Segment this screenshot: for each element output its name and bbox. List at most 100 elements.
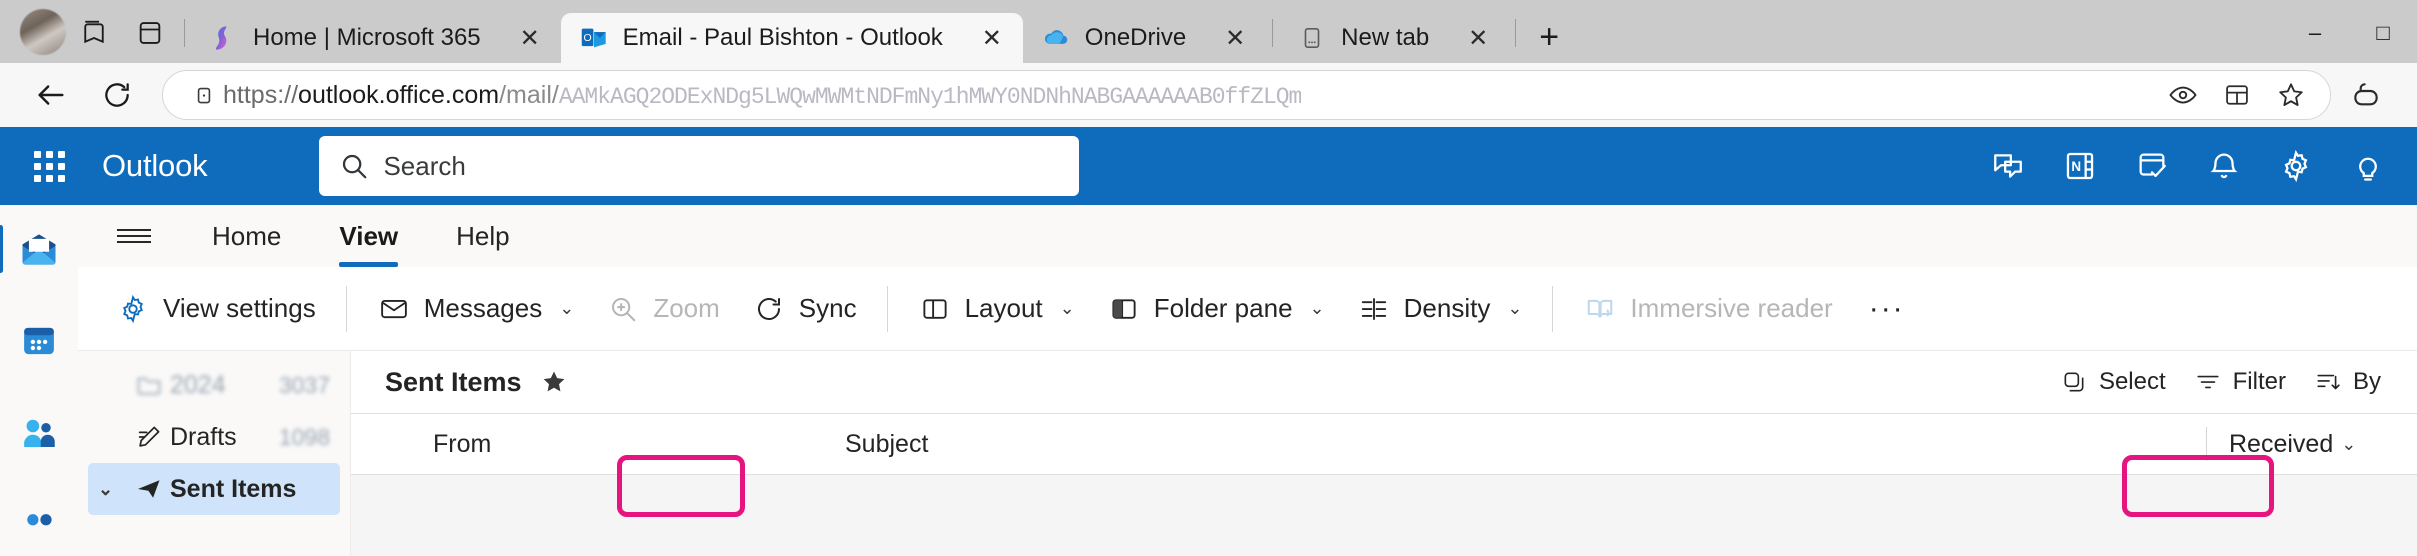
outlook-body: Home View Help View settings Messages ⌄ … (0, 205, 2417, 556)
ribbon-button-immersive-reader: Immersive reader (1567, 280, 1848, 338)
message-list-header: Sent Items Select Filter By (351, 351, 2417, 413)
folder-item-drafts[interactable]: Drafts 1098 (88, 411, 340, 463)
profile-avatar[interactable] (20, 9, 66, 55)
ribbon-button-label: Immersive reader (1630, 293, 1833, 323)
browser-tab-onedrive[interactable]: OneDrive ✕ (1023, 13, 1266, 63)
microsoft365-icon (209, 23, 239, 53)
tab-collections-icon[interactable] (66, 9, 122, 57)
message-list-rows[interactable] (351, 475, 2417, 556)
browser-tab-email-outlook[interactable]: O Email - Paul Bishton - Outlook ✕ (560, 13, 1023, 63)
ribbon-separator (886, 285, 888, 332)
sort-by-button[interactable]: By (2300, 358, 2395, 406)
drafts-icon (128, 423, 170, 451)
folder-label: 2024 (170, 370, 226, 399)
tab-view[interactable]: View (313, 205, 424, 267)
search-input[interactable]: Search (319, 136, 1080, 196)
select-icon (2060, 369, 2088, 395)
back-arrow-icon[interactable] (20, 69, 82, 121)
svg-text:O: O (583, 32, 591, 44)
chevron-down-icon[interactable]: ⌄ (1310, 298, 1325, 319)
folder-count: 1098 (278, 423, 330, 450)
ribbon-button-layout[interactable]: Layout ⌄ (902, 280, 1091, 338)
content-split: 2024 3037 Drafts 1098 ⌄ Sent Items Sent … (78, 351, 2417, 556)
ribbon-button-label: Layout (964, 293, 1043, 323)
tab-divider (1515, 19, 1517, 47)
star-icon[interactable] (540, 368, 568, 396)
onenote-icon[interactable]: N (2049, 135, 2111, 197)
settings-gear-icon[interactable] (2265, 135, 2327, 197)
tab-help[interactable]: Help (430, 205, 535, 267)
folder-item-sent-items[interactable]: ⌄ Sent Items (88, 463, 340, 515)
chevron-down-icon[interactable]: ⌄ (1060, 298, 1075, 319)
subject-column-header[interactable]: Subject (823, 430, 2206, 459)
copilot-icon[interactable] (2335, 69, 2397, 121)
ribbon-button-view-settings[interactable]: View settings (100, 280, 332, 338)
outlook-icon: O (579, 23, 609, 53)
svg-text:N: N (2071, 159, 2081, 174)
chevron-down-icon[interactable]: ⌄ (1507, 298, 1522, 319)
browser-toolbar-right (2335, 69, 2397, 121)
filter-button[interactable]: Filter (2180, 358, 2300, 406)
rail-item-more-apps[interactable] (11, 497, 67, 553)
folder-icon (128, 371, 170, 399)
new-tab-button[interactable]: + (1522, 15, 1576, 59)
browser-tab-new-tab[interactable]: New tab ✕ (1279, 13, 1509, 63)
close-icon[interactable]: ✕ (1461, 21, 1495, 55)
help-lightbulb-icon[interactable] (2337, 135, 2399, 197)
folder-item-2024[interactable]: 2024 3037 (88, 359, 340, 411)
chevron-down-icon[interactable]: ⌄ (98, 479, 128, 500)
ribbon-button-folder-pane[interactable]: Folder pane ⌄ (1091, 280, 1341, 338)
maximize-button[interactable]: □ (2349, 9, 2417, 57)
received-column-label: Received (2229, 429, 2334, 458)
favorite-star-icon[interactable] (2264, 73, 2318, 117)
browser-tabstrip: Home | Microsoft 365 ✕ O Email - Paul Bi… (0, 0, 2417, 63)
sort-icon (2314, 369, 2342, 395)
close-icon[interactable]: ✕ (975, 21, 1009, 55)
chevron-down-icon[interactable]: ⌄ (559, 298, 574, 319)
close-icon[interactable]: ✕ (513, 21, 547, 55)
site-info-lock-icon[interactable] (185, 82, 223, 108)
close-icon[interactable]: ✕ (1218, 21, 1252, 55)
browser-tab-home-microsoft-365[interactable]: Home | Microsoft 365 ✕ (191, 13, 561, 63)
folder-pane: 2024 3037 Drafts 1098 ⌄ Sent Items (78, 351, 350, 556)
received-column-header[interactable]: Received ⌄ (2207, 430, 2417, 459)
split-screen-icon[interactable] (122, 9, 178, 57)
split-view-icon[interactable] (2210, 73, 2264, 117)
folder-label: Drafts (170, 422, 237, 451)
todo-icon[interactable] (2121, 135, 2183, 197)
onedrive-icon (1041, 23, 1071, 53)
read-aloud-icon[interactable] (2156, 73, 2210, 117)
ribbon-button-density[interactable]: Density ⌄ (1341, 280, 1539, 338)
ribbon-button-label: Folder pane (1153, 293, 1293, 323)
browser-tab-title: OneDrive (1084, 24, 1187, 51)
hamburger-menu-icon[interactable] (104, 210, 164, 262)
url-host: outlook.office.com (298, 80, 500, 109)
tab-home[interactable]: Home (186, 205, 307, 267)
from-column-header[interactable]: From (351, 430, 823, 459)
app-brand-name[interactable]: Outlook (102, 148, 208, 184)
select-button[interactable]: Select (2046, 358, 2180, 406)
rail-item-calendar[interactable] (11, 313, 67, 369)
search-icon (339, 151, 375, 181)
refresh-icon[interactable] (86, 69, 148, 121)
ribbon-separator (345, 285, 347, 332)
ribbon-tab-strip: Home View Help (78, 205, 2417, 267)
teams-chat-icon[interactable] (1977, 135, 2039, 197)
chevron-down-icon[interactable]: ⌄ (2341, 434, 2356, 455)
rail-item-people[interactable] (11, 405, 67, 461)
ribbon-button-label: View settings (163, 293, 316, 323)
browser-tab-title: Email - Paul Bishton - Outlook (622, 24, 943, 51)
layout-icon (918, 294, 952, 324)
ribbon-button-messages[interactable]: Messages ⌄ (361, 280, 591, 338)
rail-item-mail[interactable] (0, 221, 67, 277)
ribbon-button-sync[interactable]: Sync (736, 280, 873, 338)
ribbon-overflow-button[interactable]: ··· (1849, 280, 1925, 338)
ribbon-button-label: Zoom (653, 293, 720, 323)
notifications-bell-icon[interactable] (2193, 135, 2255, 197)
minimize-button[interactable]: – (2281, 9, 2349, 57)
app-launcher-icon[interactable] (18, 135, 80, 197)
window-controls: – □ (2281, 9, 2417, 57)
folder-label: Sent Items (170, 474, 297, 503)
select-label: Select (2098, 368, 2166, 395)
url-input[interactable]: https://outlook.office.com/mail/AAMkAGQ2… (162, 70, 2331, 120)
